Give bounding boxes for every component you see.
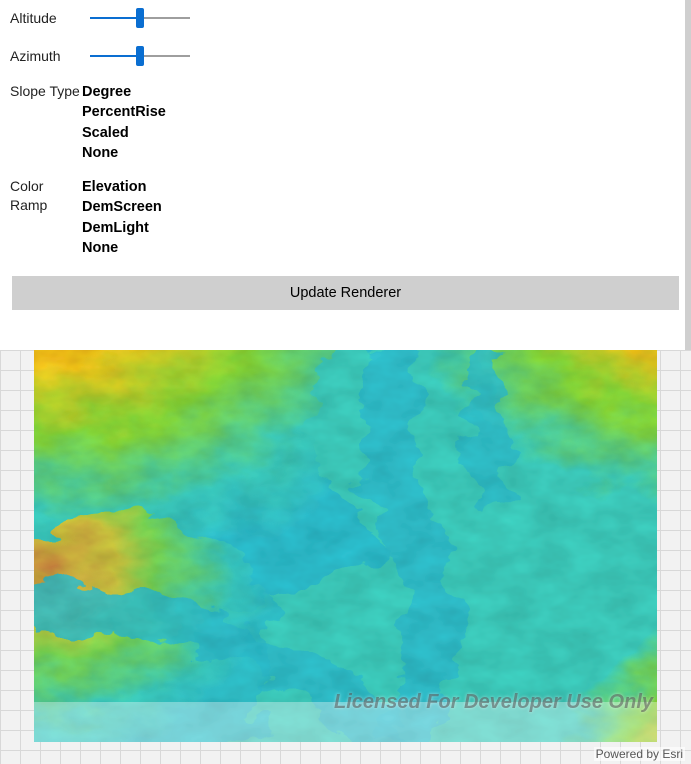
ramp-option-demlight[interactable]: DemLight <box>82 218 162 238</box>
controls-panel: Altitude Azimuth Slope Type Degree Perce… <box>0 0 691 322</box>
altitude-row: Altitude <box>10 6 681 30</box>
ramp-option-demscreen[interactable]: DemScreen <box>82 197 162 217</box>
azimuth-label: Azimuth <box>10 47 82 66</box>
update-renderer-button[interactable]: Update Renderer <box>12 276 679 310</box>
azimuth-slider[interactable] <box>90 44 190 68</box>
slope-type-label: Slope Type <box>10 82 82 101</box>
color-ramp-row: Color Ramp Elevation DemScreen DemLight … <box>10 177 681 258</box>
color-ramp-options: Elevation DemScreen DemLight None <box>82 177 162 258</box>
attribution-text: Powered by Esri <box>594 747 685 761</box>
altitude-label: Altitude <box>10 9 82 28</box>
ramp-option-none[interactable]: None <box>82 238 162 258</box>
slope-option-none[interactable]: None <box>82 143 166 163</box>
slope-type-row: Slope Type Degree PercentRise Scaled Non… <box>10 82 681 163</box>
color-ramp-label: Color Ramp <box>10 177 82 215</box>
slope-option-degree[interactable]: Degree <box>82 82 166 102</box>
slope-option-scaled[interactable]: Scaled <box>82 123 166 143</box>
slope-option-percentrise[interactable]: PercentRise <box>82 102 166 122</box>
scrollbar-track[interactable] <box>685 0 691 350</box>
slider-fill <box>90 55 140 57</box>
azimuth-row: Azimuth <box>10 44 681 68</box>
ramp-option-elevation[interactable]: Elevation <box>82 177 162 197</box>
map-view[interactable]: Licensed For Developer Use Only Powered … <box>0 350 691 764</box>
slider-thumb[interactable] <box>136 8 144 28</box>
slider-fill <box>90 17 140 19</box>
altitude-slider[interactable] <box>90 6 190 30</box>
slope-type-options: Degree PercentRise Scaled None <box>82 82 166 163</box>
hillshade-raster <box>34 350 657 742</box>
slider-thumb[interactable] <box>136 46 144 66</box>
